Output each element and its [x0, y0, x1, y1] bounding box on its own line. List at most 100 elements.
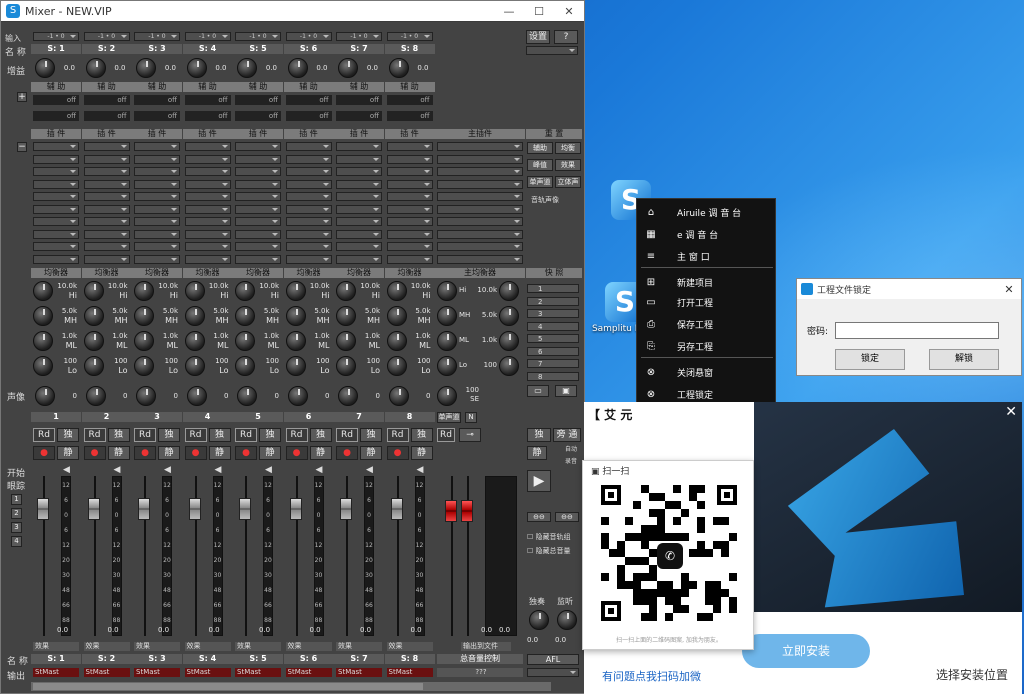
- lock-button[interactable]: 锁定: [835, 349, 905, 370]
- channel-name-bottom[interactable]: S: 2: [81, 654, 132, 664]
- lock-dialog-titlebar[interactable]: 工程文件锁定 ✕: [797, 279, 1021, 299]
- read-button[interactable]: Rd: [134, 428, 156, 442]
- track-button-4[interactable]: 4: [11, 536, 22, 547]
- insert-slot[interactable]: [235, 242, 281, 251]
- monitor-knob[interactable]: [557, 610, 577, 630]
- insert-slot[interactable]: [285, 229, 332, 239]
- channel-name[interactable]: S: 7: [334, 44, 384, 54]
- mono-button[interactable]: 单声道: [437, 412, 461, 423]
- eq-knob-hi[interactable]: [386, 281, 407, 301]
- output-dropdown[interactable]: StMast: [285, 668, 332, 677]
- gain-knob[interactable]: [186, 58, 207, 78]
- lock-close-icon[interactable]: ✕: [997, 283, 1021, 296]
- eq-knob-mh[interactable]: [83, 306, 104, 326]
- fx-dropdown[interactable]: 效果: [184, 642, 231, 651]
- insert-slot[interactable]: [33, 242, 79, 251]
- aux-send-2[interactable]: off: [184, 111, 231, 121]
- choose-location-link[interactable]: 选择安装位置: [936, 666, 1008, 683]
- insert-slot[interactable]: [134, 142, 180, 151]
- eq-knob-lo[interactable]: [386, 356, 407, 376]
- fx-dropdown[interactable]: 效果: [33, 642, 79, 651]
- eq-knob-mh[interactable]: [285, 306, 306, 326]
- menu-item-open-project[interactable]: ▭ 打开工程: [637, 291, 777, 313]
- channel-name-bottom[interactable]: S: 3: [132, 654, 182, 664]
- volume-fader[interactable]: [188, 498, 201, 520]
- insert-slot[interactable]: [83, 254, 130, 264]
- channel-name[interactable]: S: 1: [31, 44, 81, 54]
- menu-item-main-window[interactable]: ≡ 主 窗 口: [637, 245, 777, 267]
- insert-slot[interactable]: [336, 154, 382, 164]
- eq-knob-hi[interactable]: [33, 281, 53, 301]
- gain-knob[interactable]: [338, 58, 358, 78]
- insert-slot[interactable]: [134, 254, 180, 264]
- output-dropdown[interactable]: StMast: [235, 668, 281, 677]
- insert-slot[interactable]: [285, 154, 332, 164]
- fx-dropdown[interactable]: 效果: [134, 642, 180, 651]
- volume-fader[interactable]: [138, 498, 150, 520]
- menu-item-save-project[interactable]: ⎙ 保存工程: [637, 313, 777, 335]
- eq-knob-hi[interactable]: [235, 281, 255, 301]
- insert-slot[interactable]: [33, 179, 79, 189]
- aux-send-1[interactable]: off: [33, 95, 79, 105]
- right-btn-4[interactable]: 单声道: [527, 176, 553, 188]
- insert-slot[interactable]: [336, 179, 382, 189]
- aux-send-1[interactable]: off: [83, 95, 130, 105]
- track-button-2[interactable]: 2: [11, 508, 22, 519]
- channel-name-bottom[interactable]: S: 1: [31, 654, 81, 664]
- master-eq-knob-ml[interactable]: [437, 331, 457, 351]
- eq-knob-ml[interactable]: [33, 331, 53, 351]
- master-eq-knob-lo[interactable]: [437, 356, 457, 376]
- solo-button[interactable]: 独: [259, 428, 281, 442]
- output-dropdown[interactable]: StMast: [336, 668, 382, 677]
- read-button[interactable]: Rd: [184, 428, 207, 442]
- insert-slot[interactable]: [386, 192, 433, 201]
- eq-knob-mh[interactable]: [386, 306, 407, 326]
- eq-knob-ml[interactable]: [83, 331, 104, 351]
- insert-slot[interactable]: [285, 254, 332, 264]
- eq-knob-ml[interactable]: [184, 331, 205, 351]
- insert-slot[interactable]: [134, 179, 180, 189]
- solo-button[interactable]: 独: [57, 428, 79, 442]
- right-btn-3[interactable]: 效果: [555, 159, 581, 171]
- insert-slot[interactable]: [336, 142, 382, 151]
- eq-knob-hi[interactable]: [134, 281, 154, 301]
- eq-knob-mh[interactable]: [134, 306, 154, 326]
- read-button[interactable]: Rd: [285, 428, 308, 442]
- read-button[interactable]: Rd: [33, 428, 55, 442]
- solo-button[interactable]: 独: [107, 428, 130, 442]
- insert-slot[interactable]: [235, 254, 281, 264]
- mute-right-button[interactable]: 静: [527, 446, 547, 460]
- hide-tracks-checkbox[interactable]: ☐ 隐藏音轨组: [527, 532, 571, 542]
- insert-slot[interactable]: [285, 167, 332, 176]
- wechat-help-link[interactable]: 有问题点我扫码加微: [602, 668, 701, 684]
- insert-slot[interactable]: [235, 167, 281, 176]
- eq-knob-ml[interactable]: [235, 331, 255, 351]
- insert-slot[interactable]: [235, 229, 281, 239]
- snapshot-slot-1[interactable]: 1: [527, 284, 579, 293]
- channel-name[interactable]: S: 6: [283, 44, 334, 54]
- insert-slot[interactable]: [184, 154, 231, 164]
- pan-knob[interactable]: [287, 386, 308, 406]
- insert-slot[interactable]: [184, 254, 231, 264]
- solo-right-button[interactable]: 独: [527, 428, 551, 442]
- snapshot-slot-6[interactable]: 6: [527, 346, 579, 356]
- input-dropdown[interactable]: -1 • 0: [386, 32, 433, 41]
- snapshot-folder-icon[interactable]: ▭: [527, 385, 549, 397]
- eq-knob-hi[interactable]: [184, 281, 205, 301]
- afl-dropdown[interactable]: [527, 668, 579, 677]
- insert-slot[interactable]: [386, 142, 433, 151]
- insert-slot[interactable]: [386, 204, 433, 214]
- solo-button[interactable]: 独: [208, 428, 231, 442]
- channel-name[interactable]: S: 8: [384, 44, 435, 54]
- read-button[interactable]: Rd: [386, 428, 409, 442]
- fx-dropdown[interactable]: 效果: [235, 642, 281, 651]
- record-icon[interactable]: ●: [33, 446, 55, 460]
- eq-knob-hi[interactable]: [285, 281, 306, 301]
- mute-button[interactable]: 静: [57, 446, 79, 460]
- master-output-dropdown[interactable]: ???: [437, 668, 523, 677]
- link-icon[interactable]: ⊖⊖: [527, 512, 551, 522]
- channel-name[interactable]: S: 3: [132, 44, 182, 54]
- eq-knob-mh[interactable]: [336, 306, 356, 326]
- snapshot-save-icon[interactable]: ▣: [555, 385, 577, 397]
- insert-slot[interactable]: [83, 204, 130, 214]
